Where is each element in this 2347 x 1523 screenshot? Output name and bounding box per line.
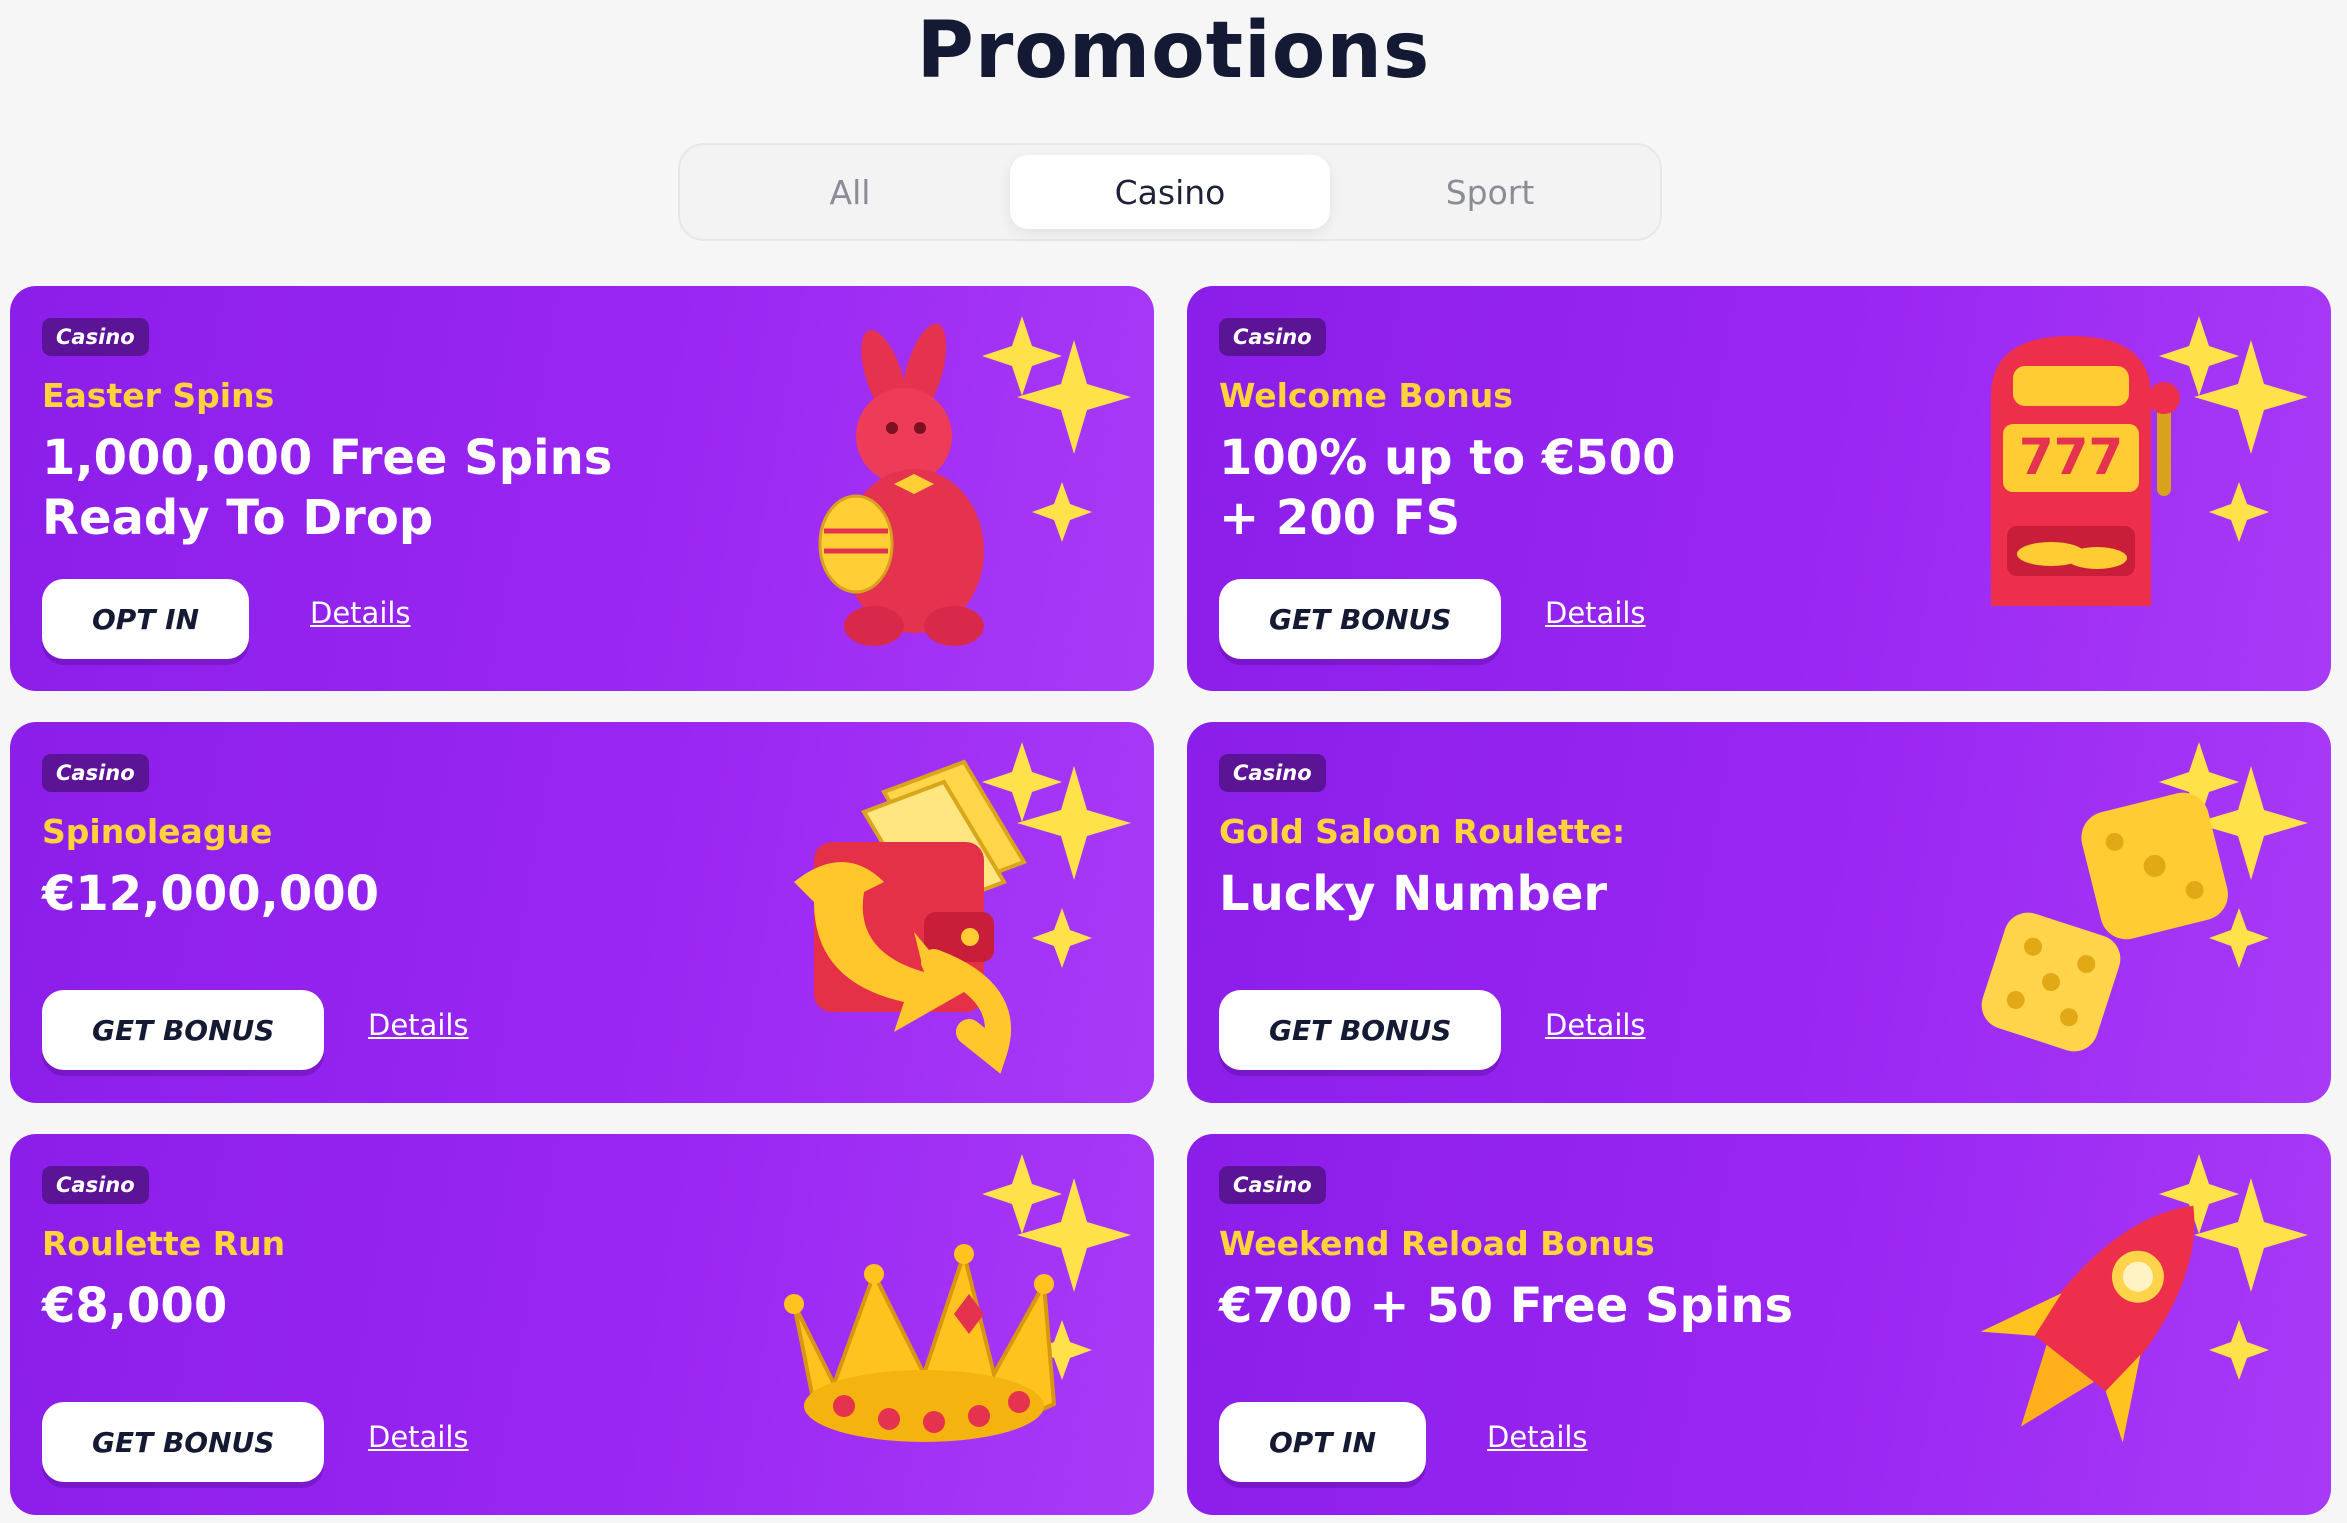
- svg-text:777: 777: [2019, 428, 2123, 486]
- wallet-icon: [794, 742, 1131, 1074]
- promo-card-spinoleague: Casino Spinoleague €12,000,000 GET BONUS…: [10, 722, 1154, 1103]
- get-bonus-button[interactable]: GET BONUS: [1219, 579, 1502, 659]
- promotion-filter-tabs: All Casino Sport: [678, 143, 1662, 241]
- promo-headline: 100% up to €500 + 200 FS: [1219, 430, 1676, 546]
- tab-casino[interactable]: Casino: [1010, 155, 1330, 229]
- promo-headline: €700 + 50 Free Spins: [1219, 1278, 1794, 1334]
- details-link[interactable]: Details: [1487, 1420, 1588, 1454]
- slot-machine-icon: 777: [1991, 316, 2308, 606]
- opt-in-button[interactable]: OPT IN: [1219, 1402, 1427, 1482]
- promo-subtitle: Welcome Bonus: [1219, 376, 1513, 415]
- category-badge: Casino: [1219, 318, 1326, 356]
- details-link[interactable]: Details: [1545, 1008, 1646, 1042]
- tab-all[interactable]: All: [690, 155, 1010, 229]
- tab-sport[interactable]: Sport: [1330, 155, 1650, 229]
- get-bonus-button[interactable]: GET BONUS: [42, 1402, 325, 1482]
- promo-subtitle: Gold Saloon Roulette:: [1219, 812, 1626, 851]
- details-link[interactable]: Details: [368, 1420, 469, 1454]
- page-title: Promotions: [916, 6, 1431, 96]
- category-badge: Casino: [42, 754, 149, 792]
- promotions-grid: Casino Easter Spins 1,000,000 Free Spins…: [10, 286, 2331, 1515]
- promo-card-roulette-run: Casino Roulette Run €8,000 GET BONUS Det…: [10, 1134, 1154, 1515]
- category-badge: Casino: [1219, 1166, 1326, 1204]
- promo-headline: Lucky Number: [1219, 866, 1608, 922]
- category-badge: Casino: [1219, 754, 1326, 792]
- promo-subtitle: Weekend Reload Bonus: [1219, 1224, 1655, 1263]
- promo-card-welcome-bonus: Casino Welcome Bonus 100% up to €500 + 2…: [1187, 286, 2331, 691]
- promo-card-weekend-reload-bonus: Casino Weekend Reload Bonus €700 + 50 Fr…: [1187, 1134, 2331, 1515]
- promo-headline: €12,000,000: [42, 866, 380, 922]
- promo-headline: 1,000,000 Free Spins Ready To Drop: [42, 430, 613, 546]
- get-bonus-button[interactable]: GET BONUS: [42, 990, 325, 1070]
- opt-in-button[interactable]: OPT IN: [42, 579, 250, 659]
- crown-icon: [784, 1154, 1131, 1442]
- details-link[interactable]: Details: [368, 1008, 469, 1042]
- category-badge: Casino: [42, 318, 149, 356]
- details-link[interactable]: Details: [1545, 596, 1646, 630]
- rocket-icon: [1980, 1154, 2308, 1443]
- promo-card-gold-saloon-roulette: Casino Gold Saloon Roulette: Lucky Numbe…: [1187, 722, 2331, 1103]
- get-bonus-button[interactable]: GET BONUS: [1219, 990, 1502, 1070]
- promo-card-easter-spins: Casino Easter Spins 1,000,000 Free Spins…: [10, 286, 1154, 691]
- dice-icon: [1981, 742, 2308, 1052]
- promo-headline: €8,000: [42, 1278, 228, 1334]
- promo-subtitle: Roulette Run: [42, 1224, 286, 1263]
- category-badge: Casino: [42, 1166, 149, 1204]
- bunny-easter-egg-icon: [818, 316, 1131, 646]
- promo-subtitle: Easter Spins: [42, 376, 275, 415]
- details-link[interactable]: Details: [310, 596, 411, 630]
- promotions-page: Promotions All Casino Sport Casino Easte…: [0, 0, 2347, 1523]
- promo-subtitle: Spinoleague: [42, 812, 273, 851]
